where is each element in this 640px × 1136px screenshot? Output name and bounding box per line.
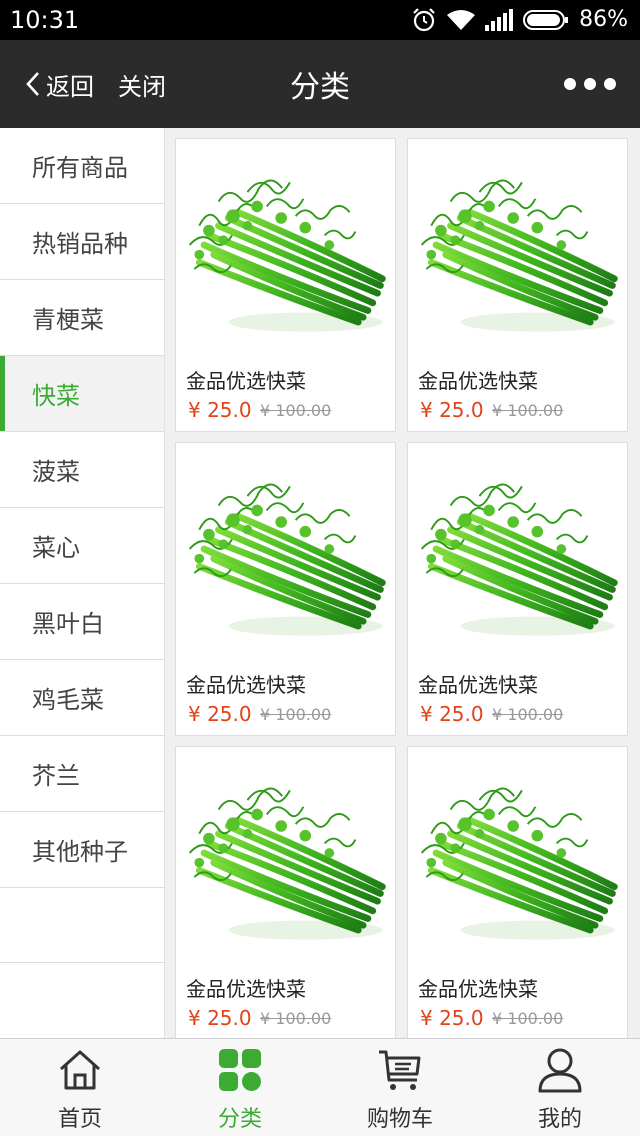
product-price: ¥ 25.0 (188, 702, 252, 726)
sidebar-item-all[interactable]: 所有商品 (0, 128, 164, 204)
more-dots-icon (564, 78, 576, 90)
product-name: 金品优选快菜 (418, 369, 538, 393)
close-button[interactable]: 关闭 (118, 40, 166, 128)
product-image (180, 755, 392, 951)
sidebar-empty-row (0, 888, 164, 963)
product-old-price: ¥ 100.00 (260, 1009, 332, 1028)
nav-bar: 返回 关闭 分类 (0, 40, 640, 128)
product-card[interactable]: 金品优选快菜 ¥ 25.0 ¥ 100.00 (407, 442, 628, 736)
product-old-price: ¥ 100.00 (260, 705, 332, 724)
product-image (180, 147, 392, 343)
product-name: 金品优选快菜 (186, 673, 306, 697)
product-name: 金品优选快菜 (418, 977, 538, 1001)
tab-home-label: 首页 (57, 1107, 102, 1132)
product-card[interactable]: 金品优选快菜 ¥ 25.0 ¥ 100.00 (175, 442, 396, 736)
back-label: 返回 (46, 72, 94, 101)
product-grid: 金品优选快菜 ¥ 25.0 ¥ 100.00 金品优选快菜 ¥ 25.0 ¥ 1… (165, 128, 640, 1038)
sidebar-item-jielan[interactable]: 芥兰 (0, 736, 164, 812)
tab-cart[interactable]: 购物车 (320, 1039, 480, 1136)
category-icon (219, 1049, 261, 1091)
product-old-price: ¥ 100.00 (492, 1009, 564, 1028)
tab-mine-label: 我的 (537, 1107, 582, 1132)
sidebar-item-kuaicai[interactable]: 快菜 (0, 356, 164, 432)
sidebar-item-hot[interactable]: 热销品种 (0, 204, 164, 280)
product-old-price: ¥ 100.00 (260, 401, 332, 420)
product-image (412, 147, 624, 343)
product-card[interactable]: 金品优选快菜 ¥ 25.0 ¥ 100.00 (407, 138, 628, 432)
product-name: 金品优选快菜 (418, 673, 538, 697)
product-image (180, 451, 392, 647)
chevron-left-icon (26, 72, 39, 96)
tab-category[interactable]: 分类 (160, 1039, 320, 1136)
status-time: 10:31 (10, 6, 80, 34)
product-name: 金品优选快菜 (186, 977, 306, 1001)
alarm-icon (413, 8, 435, 32)
battery-icon (523, 10, 569, 30)
product-name: 金品优选快菜 (186, 369, 306, 393)
product-price: ¥ 25.0 (420, 702, 484, 726)
product-card[interactable]: 金品优选快菜 ¥ 25.0 ¥ 100.00 (175, 138, 396, 432)
tab-mine[interactable]: 我的 (480, 1039, 640, 1136)
tab-category-label: 分类 (217, 1107, 262, 1132)
product-price: ¥ 25.0 (188, 398, 252, 422)
more-dot (604, 78, 616, 90)
sidebar-item-jimaocai[interactable]: 鸡毛菜 (0, 660, 164, 736)
wifi-icon (447, 10, 476, 30)
back-button[interactable]: 返回 (24, 40, 94, 128)
home-icon (59, 1050, 101, 1090)
status-bar: 10:31 86% (0, 0, 640, 40)
bottom-tab-bar: 首页 分类 购物车 我的 (0, 1038, 640, 1136)
sidebar-item-caixin[interactable]: 菜心 (0, 508, 164, 584)
sidebar-item-heiyebai[interactable]: 黑叶白 (0, 584, 164, 660)
status-icons: 86% (411, 6, 628, 34)
product-old-price: ¥ 100.00 (492, 705, 564, 724)
signal-icon (485, 9, 514, 31)
product-image (412, 755, 624, 951)
sidebar-item-qinggeng[interactable]: 青梗菜 (0, 280, 164, 356)
product-old-price: ¥ 100.00 (492, 401, 564, 420)
product-image (412, 451, 624, 647)
tab-home[interactable]: 首页 (0, 1039, 160, 1136)
battery-percent: 86% (579, 7, 628, 32)
product-price: ¥ 25.0 (188, 1006, 252, 1030)
more-button[interactable] (564, 40, 616, 128)
product-price: ¥ 25.0 (420, 1006, 484, 1030)
more-dot (584, 78, 596, 90)
tab-cart-label: 购物车 (366, 1107, 433, 1132)
sidebar-item-bocai[interactable]: 菠菜 (0, 432, 164, 508)
page-title: 分类 (290, 70, 350, 105)
cart-icon (379, 1050, 421, 1090)
product-card[interactable]: 金品优选快菜 ¥ 25.0 ¥ 100.00 (407, 746, 628, 1038)
category-sidebar: 所有商品 热销品种 青梗菜 快菜 菠菜 菜心 黑叶白 鸡毛菜 芥兰 其他种子 (0, 128, 165, 1038)
product-price: ¥ 25.0 (420, 398, 484, 422)
sidebar-item-other-seeds[interactable]: 其他种子 (0, 812, 164, 888)
product-card[interactable]: 金品优选快菜 ¥ 25.0 ¥ 100.00 (175, 746, 396, 1038)
user-icon (538, 1048, 582, 1093)
